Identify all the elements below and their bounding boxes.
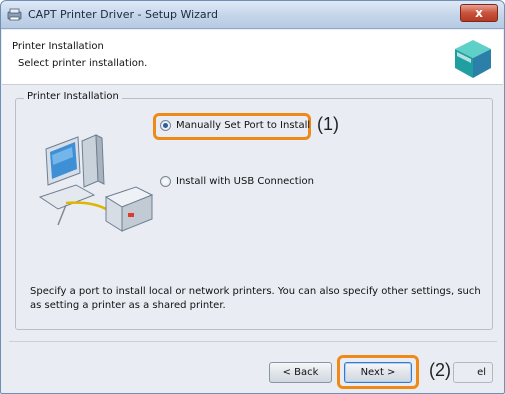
next-button[interactable]: Next > [344,362,412,383]
callout-1: (1) [317,114,339,134]
back-button[interactable]: < Back [269,362,332,383]
radio-button-selected[interactable] [160,120,171,131]
setup-wizard-window: CAPT Printer Driver - Setup Wizard x Pri… [0,0,505,394]
option-description: Specify a port to install local or netwo… [30,286,481,311]
close-button[interactable]: x [460,4,498,22]
header-title: Printer Installation [12,41,104,52]
cancel-button[interactable]: el [453,362,493,383]
radio-manual-port[interactable]: Manually Set Port to Install [160,120,310,131]
group-label: Printer Installation [24,91,122,102]
close-icon: x [475,6,483,20]
radio-button-unselected[interactable] [160,176,171,187]
printer-installation-group: Printer Installation Manually Set Port t… [15,91,493,330]
title-bar[interactable]: CAPT Printer Driver - Setup Wizard x [1,1,504,29]
cancel-button-label: el [477,367,486,378]
radio-manual-port-label: Manually Set Port to Install [176,120,311,131]
window-title: CAPT Printer Driver - Setup Wizard [28,8,218,21]
callout-2: (2) [429,360,451,380]
radio-usb-connection[interactable]: Install with USB Connection [160,176,314,187]
app-icon [7,8,22,21]
header-subtitle: Select printer installation. [18,58,148,69]
wizard-header: Printer Installation Select printer inst… [2,30,503,85]
computer-printer-illustration [38,134,154,232]
printer-cube-icon [455,40,491,78]
radio-usb-label: Install with USB Connection [176,176,314,187]
footer-divider [9,341,497,342]
